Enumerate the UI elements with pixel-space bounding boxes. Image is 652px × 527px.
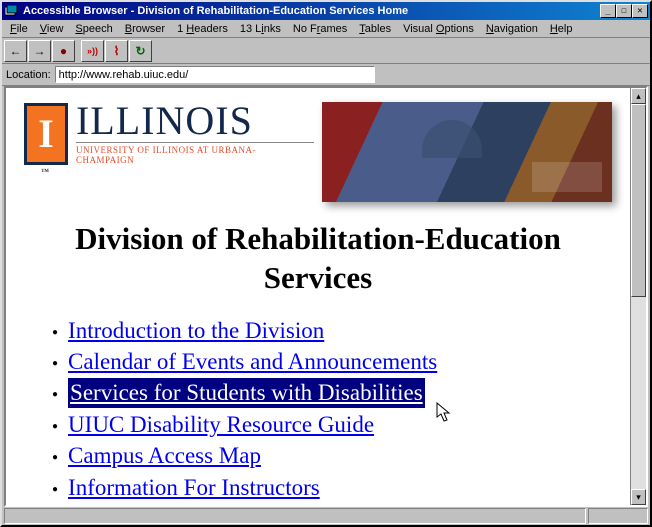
menu-item-7[interactable]: Tables bbox=[353, 22, 397, 36]
menu-item-6[interactable]: No Frames bbox=[287, 22, 353, 36]
content-area: I ILLINOIS UNIVERSITY OF ILLINOIS AT URB… bbox=[4, 86, 648, 507]
toolbar: ← → ● »)) ⌇ ↻ bbox=[2, 38, 650, 64]
location-input[interactable] bbox=[55, 66, 375, 83]
menubar: FileViewSpeechBrowser1 Headers13 LinksNo… bbox=[2, 20, 650, 38]
stop-button[interactable]: ● bbox=[52, 40, 75, 62]
stop-speak-button[interactable]: ⌇ bbox=[105, 40, 128, 62]
menu-item-10[interactable]: Help bbox=[544, 22, 579, 36]
list-item: Services for Students with Disabilities bbox=[52, 378, 612, 407]
list-item: UIUC Disability Resource Guide bbox=[52, 410, 612, 439]
nav-link-2[interactable]: Services for Students with Disabilities bbox=[68, 378, 425, 407]
list-item: Information For Instructors bbox=[52, 473, 612, 502]
location-label: Location: bbox=[6, 69, 51, 81]
window-title: Accessible Browser - Division of Rehabil… bbox=[23, 5, 600, 17]
menu-item-5[interactable]: 13 Links bbox=[234, 22, 287, 36]
nav-link-4[interactable]: Campus Access Map bbox=[68, 441, 261, 470]
forward-arrow-icon: → bbox=[34, 44, 46, 58]
illinois-logo-icon: I bbox=[24, 103, 68, 165]
nav-link-0[interactable]: Introduction to the Division bbox=[68, 316, 324, 345]
app-window: Accessible Browser - Division of Rehabil… bbox=[0, 0, 652, 527]
list-item: Calendar of Events and Announcements bbox=[52, 347, 612, 376]
scroll-up-button[interactable]: ▴ bbox=[631, 88, 646, 104]
menu-item-1[interactable]: View bbox=[34, 22, 70, 36]
logo-block: I ILLINOIS UNIVERSITY OF ILLINOIS AT URB… bbox=[24, 102, 314, 165]
page-title: Division of Rehabilitation-Education Ser… bbox=[24, 220, 612, 298]
statusbar bbox=[2, 507, 650, 525]
scroll-track[interactable] bbox=[631, 104, 646, 489]
app-icon bbox=[4, 4, 20, 18]
logo-subtitle: UNIVERSITY OF ILLINOIS AT URBANA-CHAMPAI… bbox=[76, 142, 314, 165]
nav-link-5[interactable]: Information For Instructors bbox=[68, 473, 320, 502]
nav-link-1[interactable]: Calendar of Events and Announcements bbox=[68, 347, 437, 376]
menu-item-3[interactable]: Browser bbox=[119, 22, 171, 36]
menu-item-4[interactable]: 1 Headers bbox=[171, 22, 234, 36]
logo-wordmark: ILLINOIS bbox=[76, 102, 314, 140]
close-button[interactable]: ✕ bbox=[632, 4, 648, 18]
maximize-button[interactable]: ☐ bbox=[616, 4, 632, 18]
stop-speak-icon: ⌇ bbox=[114, 44, 120, 58]
nav-link-3[interactable]: UIUC Disability Resource Guide bbox=[68, 410, 374, 439]
scroll-down-button[interactable]: ▾ bbox=[631, 489, 646, 505]
campus-photo bbox=[322, 102, 612, 202]
scroll-thumb[interactable] bbox=[631, 104, 646, 297]
stop-icon: ● bbox=[60, 44, 67, 58]
minimize-button[interactable]: _ bbox=[600, 4, 616, 18]
menu-item-8[interactable]: Visual Options bbox=[397, 22, 480, 36]
list-item: Introduction to the Division bbox=[52, 316, 612, 345]
list-item: Campus Access Map bbox=[52, 441, 612, 470]
reload-button[interactable]: ↻ bbox=[129, 40, 152, 62]
forward-button[interactable]: → bbox=[28, 40, 51, 62]
status-cell-main bbox=[4, 508, 586, 524]
speaker-icon: »)) bbox=[87, 46, 98, 56]
menu-item-0[interactable]: File bbox=[4, 22, 34, 36]
back-arrow-icon: ← bbox=[10, 44, 22, 58]
banner: I ILLINOIS UNIVERSITY OF ILLINOIS AT URB… bbox=[24, 102, 612, 202]
nav-link-list: Introduction to the DivisionCalendar of … bbox=[24, 316, 612, 503]
status-cell-aux bbox=[588, 508, 648, 524]
vertical-scrollbar[interactable]: ▴ ▾ bbox=[630, 88, 646, 505]
titlebar: Accessible Browser - Division of Rehabil… bbox=[2, 2, 650, 20]
menu-item-9[interactable]: Navigation bbox=[480, 22, 544, 36]
logo-text: ILLINOIS UNIVERSITY OF ILLINOIS AT URBAN… bbox=[76, 102, 314, 165]
speak-button[interactable]: »)) bbox=[81, 40, 104, 62]
window-controls: _ ☐ ✕ bbox=[600, 4, 648, 18]
back-button[interactable]: ← bbox=[4, 40, 27, 62]
reload-icon: ↻ bbox=[135, 44, 145, 58]
page-body: I ILLINOIS UNIVERSITY OF ILLINOIS AT URB… bbox=[6, 88, 630, 505]
location-bar: Location: bbox=[2, 64, 650, 86]
menu-item-2[interactable]: Speech bbox=[69, 22, 118, 36]
